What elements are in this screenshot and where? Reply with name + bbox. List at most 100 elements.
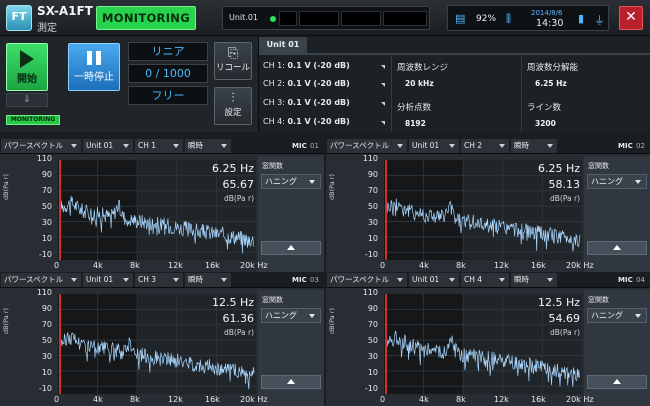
- window-function-select[interactable]: ハニング: [261, 308, 321, 323]
- channel-range-row[interactable]: CH 1: 0.1 V (-20 dB): [263, 61, 385, 70]
- time-mode-select[interactable]: 瞬時: [511, 273, 557, 287]
- cursor-level: 65.67: [222, 178, 255, 191]
- line-count-label: ライン数: [527, 103, 562, 113]
- cursor-frequency: 6.25 Hz: [211, 162, 254, 175]
- channel-label: CH 3:: [263, 98, 285, 107]
- unit-status-bar[interactable]: Unit.01: [222, 6, 430, 30]
- analysis-type-value: パワースペクトル: [330, 275, 390, 284]
- channel-range-row[interactable]: CH 2: 0.1 V (-20 dB): [263, 79, 385, 88]
- window-function-value: ハニング: [591, 311, 623, 320]
- x-tick-label: 20k Hz: [566, 395, 594, 404]
- y-tick-label: 90: [367, 170, 378, 179]
- cursor-frequency: 12.5 Hz: [211, 296, 254, 309]
- channel-range-row[interactable]: CH 4: 0.1 V (-20 dB): [263, 117, 385, 126]
- chevron-down-icon: [123, 144, 129, 148]
- expand-up-button[interactable]: [587, 375, 647, 389]
- dropdown-corner-icon: [381, 102, 385, 106]
- time-mode-select[interactable]: 瞬時: [185, 139, 231, 153]
- chevron-down-icon: [71, 144, 77, 148]
- expand-up-button[interactable]: [261, 375, 321, 389]
- window-function-select[interactable]: ハニング: [587, 308, 647, 323]
- trigger-mode-display[interactable]: フリー: [128, 86, 208, 105]
- y-tick-label: 110: [36, 288, 52, 297]
- x-tick-label: 8k: [130, 261, 140, 270]
- app-logo-icon: FT: [6, 5, 32, 31]
- x-tick-label: 0: [380, 261, 386, 270]
- window-function-select[interactable]: ハニング: [261, 174, 321, 189]
- chevron-down-icon: [449, 144, 455, 148]
- window-function-select[interactable]: ハニング: [587, 174, 647, 189]
- cursor-level: 58.13: [548, 178, 581, 191]
- close-button[interactable]: ✕: [619, 6, 643, 30]
- spectrum-plot[interactable]: [384, 160, 582, 260]
- dropdown-corner-icon: [381, 65, 385, 69]
- unit-select[interactable]: Unit 01: [83, 139, 133, 153]
- analysis-type-value: パワースペクトル: [330, 141, 390, 150]
- mic-label: MIC: [618, 276, 633, 284]
- x-tick-label: 12k: [168, 261, 183, 270]
- y-tick-label: 90: [41, 170, 52, 179]
- x-tick-label: 4k: [93, 261, 103, 270]
- x-tick-label: 8k: [456, 395, 466, 404]
- spectrum-panel: パワースペクトル Unit 01 CH 3 瞬時 MIC 03 dB(Pa r) 110 90 7…: [0, 272, 324, 406]
- x-tick-label: 12k: [494, 395, 509, 404]
- mic-label: MIC: [618, 142, 633, 150]
- time-mode-select[interactable]: 瞬時: [511, 139, 557, 153]
- x-tick-label: 8k: [456, 261, 466, 270]
- pause-button[interactable]: 一時停止: [68, 43, 120, 91]
- unit-select-value: Unit 01: [412, 141, 440, 150]
- y-tick-label: 110: [362, 288, 378, 297]
- unit-connected-icon: [270, 16, 276, 22]
- line-count-value: 3200: [535, 119, 556, 128]
- x-tick-label: 20k Hz: [566, 261, 594, 270]
- cursor-frequency: 12.5 Hz: [537, 296, 580, 309]
- cursor-frequency: 6.25 Hz: [537, 162, 580, 175]
- freq-resolution-label: 周波数分解能: [527, 63, 579, 73]
- analysis-points-value[interactable]: 8192: [405, 119, 426, 128]
- mode-label: 測定: [37, 23, 57, 34]
- window-function-label: 窓関数: [262, 296, 283, 304]
- channel-select[interactable]: CH 1: [135, 139, 183, 153]
- spectrum-plot[interactable]: [58, 160, 256, 260]
- start-button[interactable]: 開始: [6, 43, 48, 91]
- analysis-type-select[interactable]: パワースペクトル: [1, 139, 81, 153]
- unit-select[interactable]: Unit 01: [409, 139, 459, 153]
- y-tick-label: -10: [38, 250, 52, 259]
- tab-unit-01[interactable]: Unit 01: [259, 37, 307, 53]
- y-tick-label: 50: [41, 202, 52, 211]
- mic-number: 01: [310, 142, 319, 150]
- channel-range-row[interactable]: CH 3: 0.1 V (-20 dB): [263, 98, 385, 107]
- time-mode-select[interactable]: 瞬時: [185, 273, 231, 287]
- analysis-points-label: 分析点数: [397, 103, 432, 113]
- expand-up-button[interactable]: [261, 241, 321, 255]
- channel-select[interactable]: CH 4: [461, 273, 509, 287]
- unit-select[interactable]: Unit 01: [83, 273, 133, 287]
- unit-select[interactable]: Unit 01: [409, 273, 459, 287]
- spectrum-plot[interactable]: [58, 294, 256, 394]
- chevron-down-icon: [499, 278, 505, 282]
- average-count-display[interactable]: 0 / 1000: [128, 64, 208, 83]
- channel-select[interactable]: CH 2: [461, 139, 509, 153]
- top-bar: FT SX-A1FT 測定 MONITORING Unit.01 ▤ 92% ⫼…: [0, 0, 650, 36]
- channel-select[interactable]: CH 3: [135, 273, 183, 287]
- spectrum-plot[interactable]: [384, 294, 582, 394]
- x-tick-label: 0: [54, 261, 60, 270]
- y-tick-label: 10: [41, 234, 52, 243]
- x-tick-label: 4k: [419, 395, 429, 404]
- pause-button-label: 一時停止: [74, 72, 114, 83]
- freq-range-value[interactable]: 20 kHz: [405, 79, 434, 88]
- time-display: 14:30: [536, 18, 564, 29]
- unit-status-label: Unit.01: [229, 13, 259, 22]
- expand-up-button[interactable]: [587, 241, 647, 255]
- analysis-type-select[interactable]: パワースペクトル: [327, 139, 407, 153]
- chevron-down-icon: [173, 278, 179, 282]
- analysis-type-select[interactable]: パワースペクトル: [327, 273, 407, 287]
- averaging-mode-display[interactable]: リニア: [128, 42, 208, 61]
- settings-button[interactable]: ⫶ 設定: [214, 87, 252, 125]
- start-mode-toggle[interactable]: ⇓: [6, 93, 48, 107]
- analysis-type-select[interactable]: パワースペクトル: [1, 273, 81, 287]
- recall-button[interactable]: ⎘ リコール: [214, 42, 252, 80]
- start-button-label: 開始: [17, 74, 37, 85]
- status-segment: [299, 11, 339, 26]
- x-tick-label: 4k: [419, 261, 429, 270]
